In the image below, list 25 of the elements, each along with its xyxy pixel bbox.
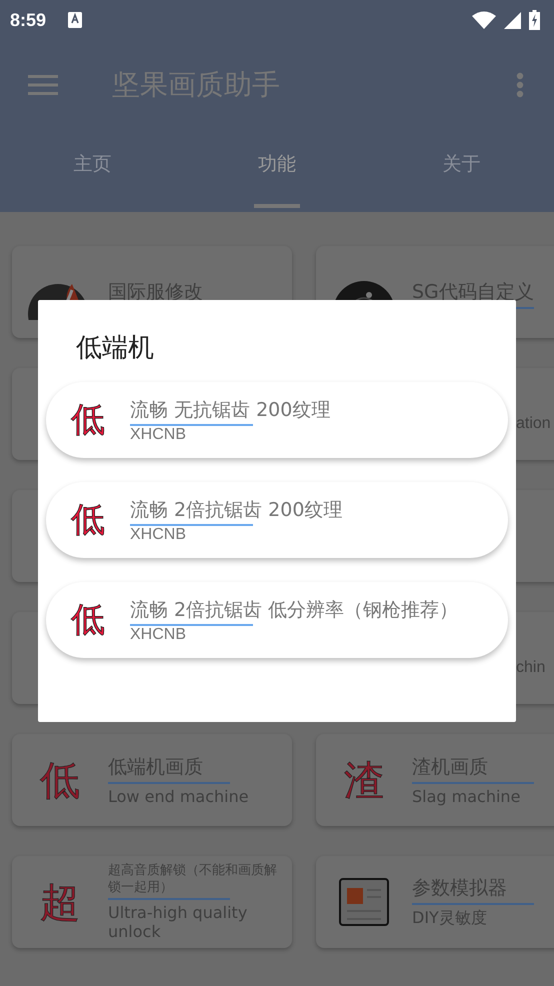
tab[interactable]: 主页: [0, 130, 185, 212]
glyph-icon: 低: [46, 597, 130, 643]
option-subtitle: XHCNB: [130, 426, 188, 444]
tab[interactable]: 关于: [369, 130, 554, 212]
option-item[interactable]: 低 流畅 无抗锯齿 200纹理 XHCNB: [46, 382, 508, 458]
option-title: 流畅 2倍抗锯齿 200纹理: [130, 498, 342, 522]
status-time: 8:59: [10, 10, 46, 30]
battery-charging-icon: [529, 10, 540, 30]
glyph-icon: 渣: [344, 752, 384, 808]
glyph-icon: 低: [46, 397, 130, 443]
news-icon: [339, 877, 389, 927]
option-item[interactable]: 低 流畅 2倍抗锯齿 低分辨率（钢枪推荐） XHCNB: [46, 582, 508, 658]
glyph-icon: 低: [40, 752, 80, 808]
glyph-icon: 超: [40, 874, 80, 930]
menu-icon[interactable]: [28, 74, 58, 96]
signal-icon: [504, 12, 521, 28]
option-title: 流畅 2倍抗锯齿 低分辨率（钢枪推荐）: [130, 598, 458, 622]
more-options-icon[interactable]: [516, 72, 524, 98]
option-title: 流畅 无抗锯齿 200纹理: [130, 398, 330, 422]
option-subtitle: XHCNB: [130, 626, 188, 644]
option-subtitle: XHCNB: [130, 526, 188, 544]
glyph-icon: 低: [46, 497, 130, 543]
keyboard-a-icon: [68, 12, 82, 28]
wifi-icon: [472, 11, 496, 29]
option-item[interactable]: 低 流畅 2倍抗锯齿 200纹理 XHCNB: [46, 482, 508, 558]
